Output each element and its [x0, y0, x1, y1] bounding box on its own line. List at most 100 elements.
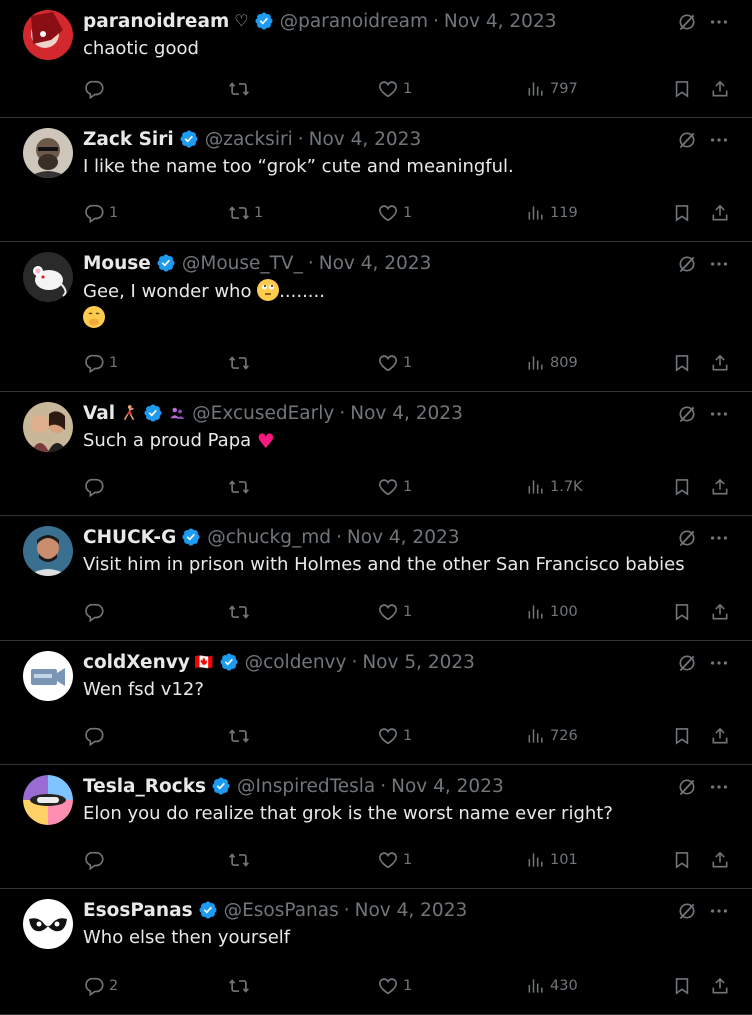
like-button[interactable]: 1	[377, 848, 412, 872]
verified-badge-icon[interactable]	[156, 253, 176, 273]
reply-button[interactable]	[83, 848, 109, 872]
grok-icon[interactable]	[677, 901, 697, 921]
bookmark-button[interactable]	[672, 974, 692, 998]
like-button[interactable]: 1	[377, 475, 412, 499]
timestamp[interactable]: Nov 4, 2023	[350, 403, 463, 424]
share-button[interactable]	[710, 848, 730, 872]
timestamp[interactable]: Nov 4, 2023	[319, 253, 432, 274]
share-button[interactable]	[710, 475, 730, 499]
views-button[interactable]: 101	[526, 848, 578, 872]
share-button[interactable]	[710, 77, 730, 101]
like-button[interactable]: 1	[377, 600, 412, 624]
like-button[interactable]: 1	[377, 201, 412, 225]
tweet[interactable]: paranoidream ♡ @paranoidream · Nov 4, 2023 ch…	[0, 0, 752, 118]
views-button[interactable]: 119	[526, 201, 578, 225]
repost-button[interactable]	[228, 724, 254, 748]
avatar[interactable]	[23, 775, 73, 825]
views-button[interactable]: 100	[526, 600, 578, 624]
grok-icon[interactable]	[677, 12, 697, 32]
repost-button[interactable]	[228, 77, 254, 101]
share-button[interactable]	[710, 724, 730, 748]
repost-button[interactable]	[228, 600, 254, 624]
share-button[interactable]	[710, 974, 730, 998]
reply-button[interactable]	[83, 600, 109, 624]
like-button[interactable]: 1	[377, 351, 412, 375]
bookmark-button[interactable]	[672, 600, 692, 624]
repost-button[interactable]	[228, 475, 254, 499]
reply-button[interactable]: 2	[83, 974, 118, 998]
views-button[interactable]: 430	[526, 974, 578, 998]
display-name[interactable]: Tesla_Rocks	[83, 776, 206, 797]
grok-icon[interactable]	[677, 653, 697, 673]
more-icon[interactable]	[708, 11, 730, 33]
username-handle[interactable]: @EsosPanas	[224, 900, 339, 921]
grok-icon[interactable]	[677, 130, 697, 150]
like-button[interactable]: 1	[377, 974, 412, 998]
bookmark-button[interactable]	[672, 848, 692, 872]
share-button[interactable]	[710, 351, 730, 375]
reply-button[interactable]	[83, 475, 109, 499]
username-handle[interactable]: @zacksiri	[205, 129, 293, 150]
avatar[interactable]	[23, 128, 73, 178]
avatar[interactable]	[23, 252, 73, 302]
more-icon[interactable]	[708, 403, 730, 425]
reply-button[interactable]	[83, 77, 109, 101]
username-handle[interactable]: @coldenvy	[245, 652, 347, 673]
more-icon[interactable]	[708, 900, 730, 922]
verified-badge-icon[interactable]	[211, 776, 231, 796]
username-handle[interactable]: @Mouse_TV_	[182, 253, 303, 274]
tweet[interactable]: Tesla_Rocks @InspiredTesla · Nov 4, 2023 Elo…	[0, 765, 752, 889]
reply-button[interactable]	[83, 724, 109, 748]
display-name[interactable]: Val	[83, 403, 115, 424]
timestamp[interactable]: Nov 4, 2023	[347, 527, 460, 548]
avatar[interactable]	[23, 402, 73, 452]
more-icon[interactable]	[708, 652, 730, 674]
repost-button[interactable]	[228, 974, 254, 998]
more-icon[interactable]	[708, 253, 730, 275]
views-button[interactable]: 1.7K	[526, 475, 583, 499]
repost-button[interactable]	[228, 848, 254, 872]
timestamp[interactable]: Nov 4, 2023	[444, 11, 557, 32]
more-icon[interactable]	[708, 776, 730, 798]
verified-badge-icon[interactable]	[219, 652, 239, 672]
avatar[interactable]	[23, 651, 73, 701]
display-name[interactable]: Zack Siri	[83, 129, 174, 150]
grok-icon[interactable]	[677, 528, 697, 548]
timestamp[interactable]: Nov 4, 2023	[309, 129, 422, 150]
verified-badge-icon[interactable]	[181, 527, 201, 547]
more-icon[interactable]	[708, 527, 730, 549]
avatar[interactable]	[23, 526, 73, 576]
bookmark-button[interactable]	[672, 475, 692, 499]
more-icon[interactable]	[708, 129, 730, 151]
grok-icon[interactable]	[677, 254, 697, 274]
tweet[interactable]: EsosPanas @EsosPanas · Nov 4, 2023 Who else …	[0, 889, 752, 1015]
verified-badge-icon[interactable]	[198, 900, 218, 920]
views-button[interactable]: 726	[526, 724, 578, 748]
tweet[interactable]: CHUCK-G @chuckg_md · Nov 4, 2023 Visit him i…	[0, 516, 752, 641]
grok-icon[interactable]	[677, 404, 697, 424]
reply-button[interactable]: 1	[83, 351, 118, 375]
username-handle[interactable]: @ExcusedEarly	[192, 403, 334, 424]
verified-badge-icon[interactable]	[254, 11, 274, 31]
verified-badge-icon[interactable]	[179, 129, 199, 149]
avatar[interactable]	[23, 899, 73, 949]
views-button[interactable]: 809	[526, 351, 578, 375]
timestamp[interactable]: Nov 5, 2023	[362, 652, 475, 673]
reply-button[interactable]: 1	[83, 201, 118, 225]
display-name[interactable]: CHUCK-G	[83, 527, 176, 548]
display-name[interactable]: coldXenvy	[83, 652, 190, 673]
like-button[interactable]: 1	[377, 724, 412, 748]
timestamp[interactable]: Nov 4, 2023	[355, 900, 468, 921]
repost-button[interactable]: 1	[228, 201, 263, 225]
tweet[interactable]: Zack Siri @zacksiri · Nov 4, 2023 I like the…	[0, 118, 752, 242]
bookmark-button[interactable]	[672, 77, 692, 101]
avatar[interactable]	[23, 10, 73, 60]
timestamp[interactable]: Nov 4, 2023	[391, 776, 504, 797]
username-handle[interactable]: @InspiredTesla	[237, 776, 375, 797]
display-name[interactable]: paranoidream	[83, 11, 229, 32]
display-name[interactable]: EsosPanas	[83, 900, 193, 921]
display-name[interactable]: Mouse	[83, 253, 151, 274]
bookmark-button[interactable]	[672, 351, 692, 375]
verified-badge-icon[interactable]	[143, 403, 163, 423]
share-button[interactable]	[710, 201, 730, 225]
